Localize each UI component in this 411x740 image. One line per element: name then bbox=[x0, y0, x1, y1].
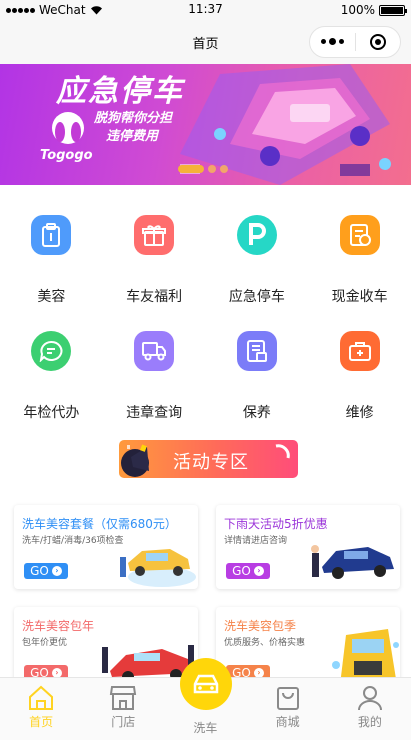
battery-icon bbox=[379, 4, 407, 16]
go-button[interactable]: GO › bbox=[24, 563, 68, 579]
tab-label: 门店 bbox=[111, 715, 136, 729]
grid-label: 保养 bbox=[242, 405, 271, 421]
promo-title: 洗车美容包年 bbox=[22, 619, 95, 633]
car-wash-illustration bbox=[120, 549, 196, 587]
grid-row: 美容 车友福利 应急停车 现金收车 bbox=[0, 195, 411, 311]
car-icon bbox=[180, 658, 233, 710]
chevron-right-icon: › bbox=[51, 566, 62, 576]
go-label: GO bbox=[232, 564, 251, 578]
slogan-line: 脱狗帮你分担 bbox=[94, 111, 173, 126]
tab-mall[interactable]: 商城 bbox=[247, 678, 329, 740]
banner-title: 应急停车 bbox=[56, 74, 184, 109]
tab-mine[interactable]: 我的 bbox=[329, 678, 411, 740]
grid-item-violation-query[interactable]: 违章查询 bbox=[103, 311, 206, 427]
home-icon bbox=[29, 685, 54, 710]
promo-card[interactable]: 下雨天活动5折优惠 详情请进店咨询 GO › bbox=[216, 505, 400, 589]
tab-home[interactable]: 首页 bbox=[0, 678, 82, 740]
chevron-right-icon: › bbox=[253, 566, 264, 576]
close-mini-program-icon[interactable] bbox=[355, 34, 400, 50]
grid-item-beauty[interactable]: 美容 bbox=[0, 195, 103, 311]
grid-label: 维修 bbox=[345, 405, 374, 421]
message-icon bbox=[31, 331, 72, 371]
megaphone-icon bbox=[121, 444, 149, 477]
banner-slogan: 脱狗帮你分担 违停费用 bbox=[94, 110, 172, 146]
cash-receipt-icon bbox=[339, 215, 380, 255]
grid-row: 年检代办 违章查询 保养 维修 bbox=[0, 311, 411, 427]
promo-card[interactable]: 洗车美容套餐（仅需680元） 洗车/打蜡/消毒/36项检查 GO › bbox=[14, 505, 198, 589]
carousel-dot[interactable] bbox=[208, 165, 216, 173]
tab-label: 商城 bbox=[275, 715, 300, 729]
user-icon bbox=[357, 686, 382, 711]
parking-icon bbox=[236, 215, 277, 255]
grid-label: 美容 bbox=[37, 289, 66, 305]
clipboard-icon bbox=[31, 215, 72, 255]
carousel-dot[interactable] bbox=[178, 165, 204, 173]
carousel-indicator bbox=[178, 165, 228, 173]
grid-label: 年检代办 bbox=[23, 405, 80, 421]
go-label: GO bbox=[30, 564, 49, 578]
activity-label: 活动专区 bbox=[173, 452, 249, 473]
promo-subtitle: 洗车/打蜡/消毒/36项检查 bbox=[22, 536, 124, 546]
slogan-line: 违停费用 bbox=[106, 129, 159, 144]
logo-text: Togogo bbox=[40, 148, 93, 163]
tab-label: 我的 bbox=[357, 715, 382, 729]
tab-bar: 首页 门店 洗车 商城 我的 bbox=[0, 658, 411, 740]
togogo-logo bbox=[52, 112, 84, 144]
tab-label: 首页 bbox=[29, 715, 54, 729]
store-icon bbox=[110, 686, 137, 710]
car-repair-illustration bbox=[311, 545, 394, 579]
gift-icon bbox=[134, 215, 175, 255]
promo-subtitle: 详情请进店咨询 bbox=[224, 536, 288, 546]
grid-item-benefits[interactable]: 车友福利 bbox=[103, 195, 206, 311]
toolbox-icon bbox=[339, 331, 380, 371]
service-grid: 美容 车友福利 应急停车 现金收车 年检代办 违章查询 保养 维修 bbox=[0, 195, 411, 427]
activity-zone-button[interactable]: 活动专区 bbox=[119, 440, 298, 478]
promo-subtitle: 优质服务、价格实惠 bbox=[224, 638, 306, 648]
shopping-bag-icon bbox=[276, 687, 299, 710]
truck-icon bbox=[134, 331, 175, 371]
mini-program-capsule bbox=[309, 26, 401, 58]
battery-indicator: 100% bbox=[340, 3, 407, 17]
grid-item-repair[interactable]: 维修 bbox=[308, 311, 411, 427]
grid-label: 车友福利 bbox=[126, 289, 183, 305]
promo-title: 洗车美容包季 bbox=[224, 619, 297, 633]
grid-label: 应急停车 bbox=[228, 289, 285, 305]
navigation-bar: 首页 bbox=[0, 20, 411, 64]
go-button[interactable]: GO › bbox=[226, 563, 270, 579]
more-icon[interactable] bbox=[310, 38, 355, 45]
tab-label: 洗车 bbox=[193, 721, 218, 735]
status-bar: WeChat 11:37 100% bbox=[0, 0, 411, 20]
decoration-arc bbox=[275, 444, 290, 459]
grid-item-cash-purchase[interactable]: 现金收车 bbox=[308, 195, 411, 311]
tab-car-wash[interactable]: 洗车 bbox=[164, 658, 246, 740]
tab-store[interactable]: 门店 bbox=[82, 678, 164, 740]
carousel-dot[interactable] bbox=[220, 165, 228, 173]
grid-label: 违章查询 bbox=[126, 405, 183, 421]
grid-label: 现金收车 bbox=[331, 289, 388, 305]
grid-item-maintenance[interactable]: 保养 bbox=[206, 311, 309, 427]
promo-subtitle: 包年价更优 bbox=[22, 638, 68, 648]
document-icon bbox=[236, 331, 277, 371]
battery-percent: 100% bbox=[340, 3, 375, 17]
grid-item-emergency-parking[interactable]: 应急停车 bbox=[206, 195, 309, 311]
grid-item-inspection[interactable]: 年检代办 bbox=[0, 311, 103, 427]
